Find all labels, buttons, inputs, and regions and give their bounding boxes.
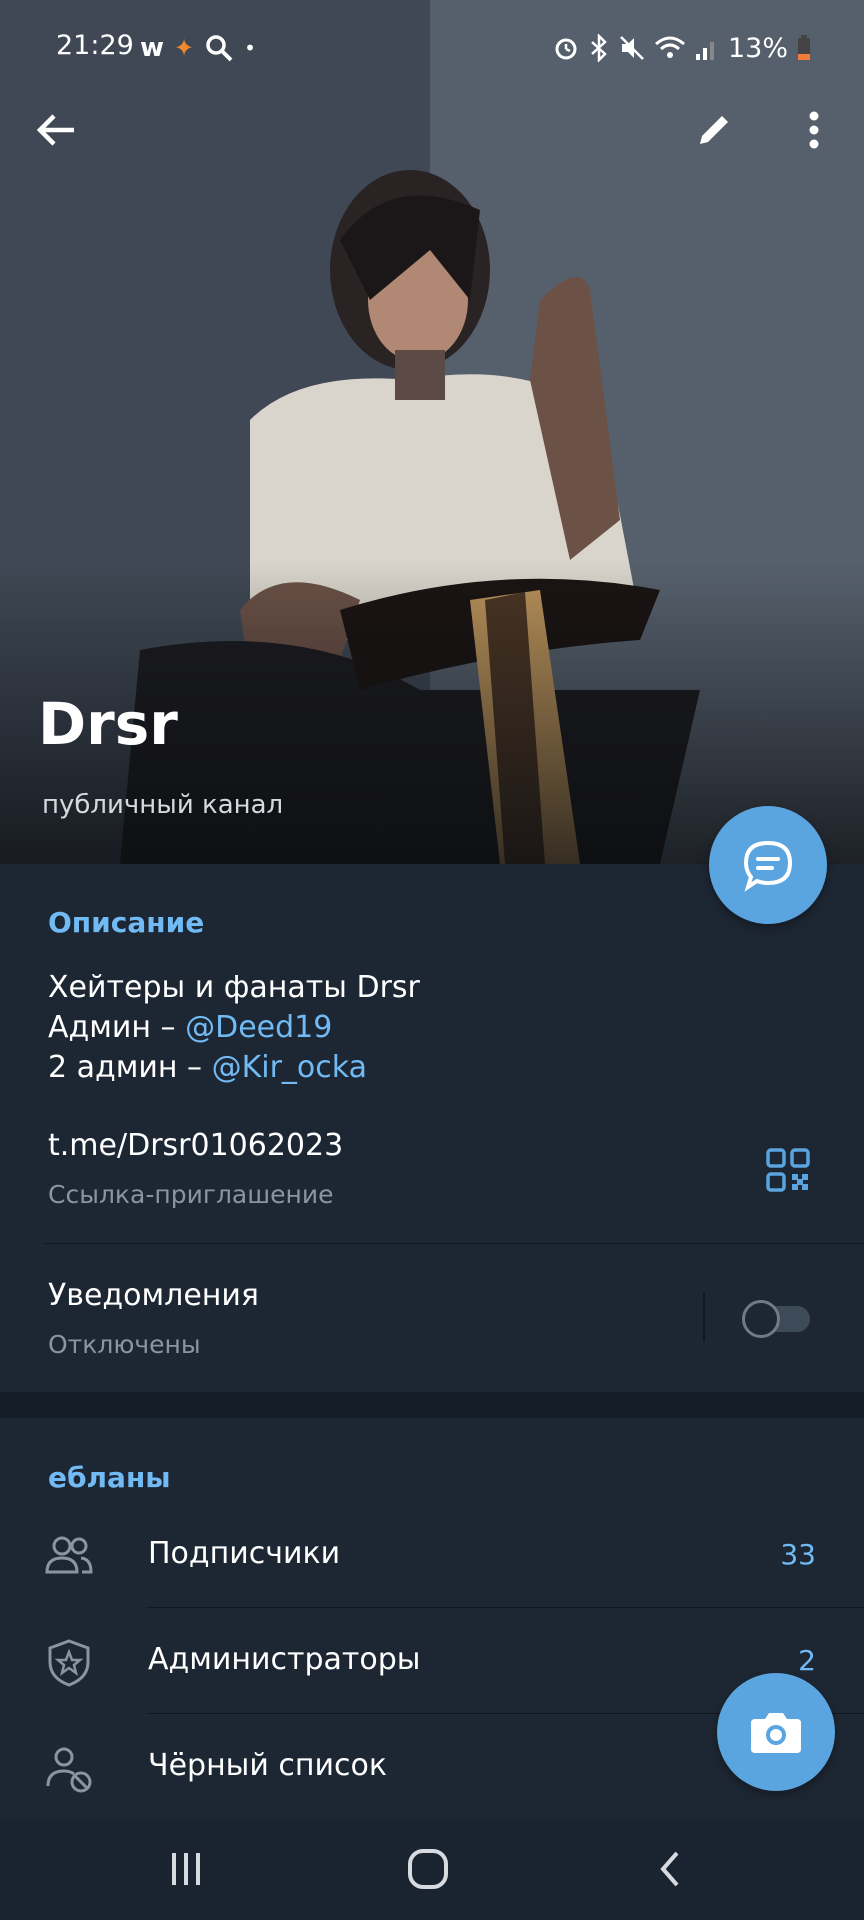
home-icon — [408, 1849, 448, 1889]
list-item-label: Чёрный список — [148, 1748, 387, 1783]
list-item-count: 2 — [798, 1644, 816, 1677]
notifications-toggle[interactable] — [742, 1298, 812, 1338]
description-text: Хейтеры и фанаты Drsr Админ – @Deed19 2 … — [48, 968, 420, 1088]
description-line: Админ – @Deed19 — [48, 1010, 333, 1045]
invite-link-caption: Ссылка-приглашение — [48, 1180, 334, 1209]
status-bar: 21:29 w ✦ • 13% — [0, 28, 864, 68]
w-icon: w — [140, 33, 165, 63]
messenger-icon: ✦ — [174, 34, 195, 62]
shield-star-icon — [48, 1639, 90, 1687]
mute-icon — [620, 36, 644, 60]
battery-icon — [798, 35, 810, 60]
user-blocked-icon — [46, 1747, 92, 1793]
list-item-subscribers[interactable]: Подписчики 33 — [0, 1502, 864, 1608]
notifications-title[interactable]: Уведомления — [48, 1278, 259, 1313]
chevron-left-icon — [660, 1851, 679, 1887]
recent-apps-button[interactable] — [156, 1844, 216, 1894]
channel-name: Drsr — [38, 690, 178, 758]
description-title: Описание — [48, 906, 205, 939]
channel-subtitle: публичный канал — [42, 790, 284, 820]
description-line: Хейтеры и фанаты Drsr — [48, 970, 420, 1005]
more-button[interactable] — [784, 100, 844, 160]
mention-link[interactable]: @Kir_ocka — [212, 1050, 367, 1085]
set-photo-button[interactable] — [717, 1673, 835, 1791]
signal-icon — [695, 42, 714, 60]
more-vertical-icon — [809, 111, 819, 149]
divider — [44, 1243, 864, 1244]
pencil-icon — [700, 116, 728, 144]
list-item-label: Подписчики — [148, 1536, 341, 1571]
users-icon — [45, 1536, 93, 1574]
list-item-count: 33 — [780, 1538, 816, 1571]
alarm-icon — [555, 38, 577, 60]
vertical-separator — [703, 1292, 705, 1342]
description-line: 2 админ – @Kir_ocka — [48, 1050, 367, 1085]
wifi-icon — [655, 36, 685, 58]
chat-bubble-icon — [743, 840, 793, 892]
qr-code-icon[interactable] — [766, 1148, 810, 1192]
status-time: 21:29 — [56, 30, 134, 61]
back-nav-button[interactable] — [640, 1844, 700, 1894]
discuss-button[interactable] — [709, 806, 827, 924]
arrow-left-icon — [36, 114, 74, 146]
system-nav-bar — [0, 1820, 864, 1920]
section-gap — [0, 1392, 864, 1418]
dot-icon: • — [244, 36, 256, 60]
search-icon — [206, 35, 233, 62]
mention-link[interactable]: @Deed19 — [185, 1010, 332, 1045]
invite-link[interactable]: t.me/Drsr01062023 — [48, 1128, 343, 1163]
notifications-status: Отключены — [48, 1330, 201, 1359]
home-button[interactable] — [398, 1844, 458, 1894]
members-section-title: ебланы — [48, 1461, 171, 1494]
list-item-label: Администраторы — [148, 1642, 421, 1677]
recent-apps-icon — [172, 1853, 200, 1885]
back-button[interactable] — [26, 100, 86, 160]
camera-icon — [751, 1713, 801, 1753]
battery-percent: 13% — [727, 32, 788, 64]
bluetooth-icon — [591, 34, 607, 62]
edit-button[interactable] — [684, 100, 744, 160]
